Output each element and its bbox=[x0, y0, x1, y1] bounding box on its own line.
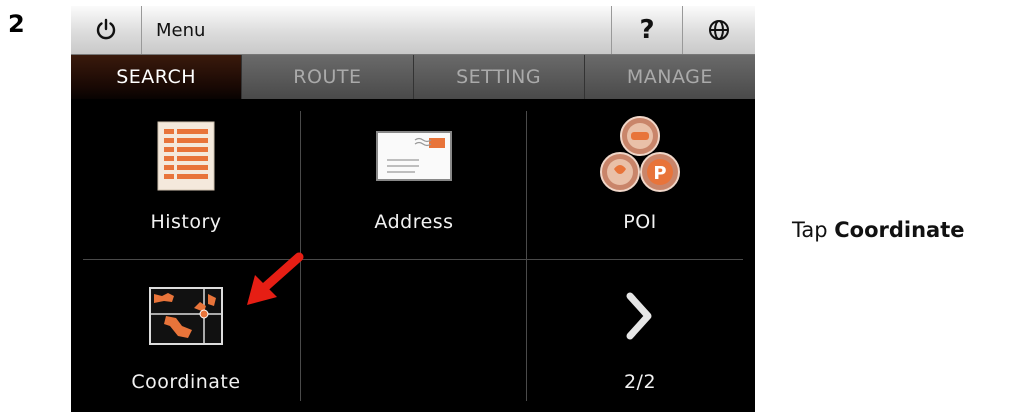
empty-cell bbox=[301, 259, 527, 412]
coordinate-label: Coordinate bbox=[131, 371, 241, 393]
svg-text:P: P bbox=[653, 163, 666, 184]
tab-bar: SEARCH ROUTE SETTING MANAGE bbox=[71, 55, 755, 99]
menu-title: Menu bbox=[142, 6, 612, 54]
address-button[interactable]: Address bbox=[301, 99, 527, 255]
page-indicator: 2/2 bbox=[623, 371, 657, 393]
tab-manage[interactable]: MANAGE bbox=[584, 55, 755, 99]
history-button[interactable]: History bbox=[73, 99, 299, 255]
tab-setting[interactable]: SETTING bbox=[413, 55, 585, 99]
poi-label: POI bbox=[623, 211, 657, 233]
coordinate-map-icon bbox=[149, 287, 223, 345]
address-label: Address bbox=[374, 211, 454, 233]
history-label: History bbox=[150, 211, 222, 233]
power-button[interactable] bbox=[71, 6, 142, 54]
poi-button[interactable]: P POI bbox=[527, 99, 753, 255]
top-menu-bar: Menu ? bbox=[71, 6, 755, 55]
history-list-icon bbox=[157, 121, 215, 191]
step-number: 2 bbox=[8, 10, 25, 38]
power-icon bbox=[96, 18, 116, 40]
language-button[interactable] bbox=[683, 6, 755, 54]
envelope-icon bbox=[376, 131, 452, 181]
instruction-prefix: Tap bbox=[792, 218, 835, 242]
instruction-target: Coordinate bbox=[834, 218, 965, 242]
chevron-right-icon bbox=[626, 292, 652, 340]
globe-icon bbox=[709, 20, 729, 40]
tab-search[interactable]: SEARCH bbox=[71, 55, 243, 99]
tab-route[interactable]: ROUTE bbox=[242, 55, 414, 99]
navigation-device-screen: Menu ? SEARCH ROUTE SETTING MANAGE Histo… bbox=[71, 6, 755, 412]
next-page-button[interactable]: 2/2 bbox=[527, 259, 753, 412]
poi-icon: P bbox=[600, 116, 680, 192]
pointer-arrow-icon bbox=[247, 252, 304, 305]
help-button[interactable]: ? bbox=[612, 6, 683, 54]
menu-grid: History Address P POI Coordinate 2/2 bbox=[71, 99, 755, 412]
instruction-text: Tap Coordinate bbox=[792, 218, 965, 242]
